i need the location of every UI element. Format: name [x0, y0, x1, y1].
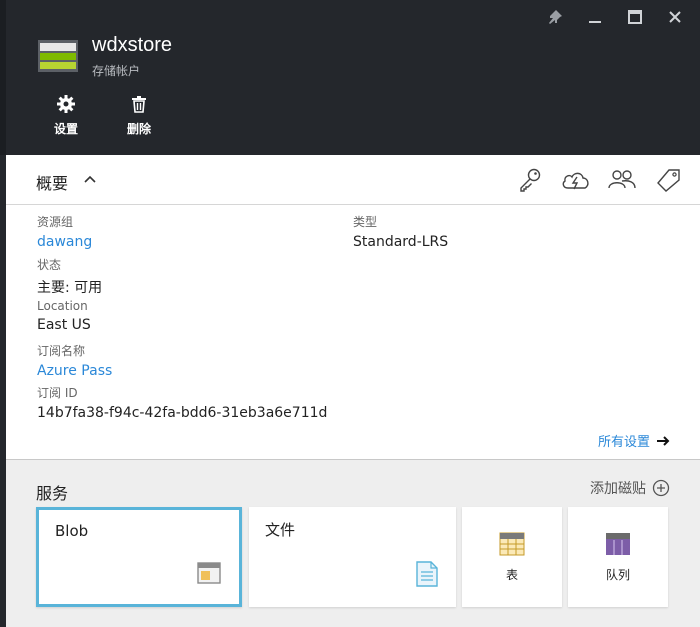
blade-title: wdxstore — [92, 34, 173, 56]
queue-tile[interactable]: 队列 — [568, 507, 668, 607]
maximize-icon[interactable] — [624, 6, 646, 28]
status-field: 状态 主要: 可用 — [37, 256, 102, 297]
blob-tile-label: Blob — [55, 522, 89, 540]
queue-tile-label: 队列 — [605, 567, 630, 582]
subscription-id-value: 14b7fa38-f94c-42fa-bdd6-31eb3a6e711d — [37, 405, 328, 421]
type-field: 类型 Standard-LRS — [353, 213, 448, 250]
resource-group-link[interactable]: dawang — [37, 234, 92, 250]
overview-title: 概要 — [36, 174, 69, 193]
tag-icon[interactable] — [652, 165, 684, 195]
cloud-lightning-icon[interactable] — [560, 165, 592, 195]
storage-account-icon — [38, 40, 78, 72]
overview-panel: 概要 资源组 dawang 状态 主要: 可用 Location East US… — [6, 155, 700, 459]
subscription-id-label: 订阅 ID — [37, 386, 78, 400]
status-value: 主要: 可用 — [37, 280, 103, 296]
gear-icon — [57, 95, 75, 113]
overview-bar: 概要 — [6, 155, 700, 205]
users-icon[interactable] — [606, 165, 638, 195]
arrow-right-icon — [657, 435, 670, 446]
location-label: Location — [37, 299, 88, 313]
add-tile-label: 添加磁贴 — [590, 481, 646, 497]
file-tile-label: 文件 — [265, 521, 296, 539]
plus-circle-icon — [652, 479, 670, 497]
resource-group-field: 资源组 dawang — [37, 213, 92, 250]
add-tile-button[interactable]: 添加磁贴 — [590, 478, 670, 498]
subscription-name-field: 订阅名称 Azure Pass — [37, 342, 112, 379]
table-tile-label: 表 — [505, 567, 518, 582]
trash-icon — [132, 96, 146, 113]
pin-icon[interactable] — [544, 6, 566, 28]
blade-subtitle: 存储帐户 — [92, 64, 141, 78]
table-icon — [499, 532, 525, 555]
resource-group-label: 资源组 — [37, 215, 74, 229]
window-controls — [544, 6, 686, 28]
location-field: Location East US — [37, 299, 91, 333]
blob-container-icon — [197, 562, 221, 588]
chevron-up-icon[interactable] — [82, 172, 98, 188]
all-settings-label: 所有设置 — [597, 435, 650, 450]
type-value: Standard-LRS — [353, 234, 449, 250]
location-value: East US — [37, 317, 91, 333]
file-icon — [416, 561, 438, 591]
file-tile[interactable]: 文件 — [249, 507, 456, 607]
subscription-id-field: 订阅 ID 14b7fa38-f94c-42fa-bdd6-31eb3a6e71… — [37, 384, 327, 421]
blade-header: wdxstore 存储帐户 设置 删除 — [0, 0, 700, 155]
key-icon[interactable] — [514, 165, 546, 195]
close-icon[interactable] — [664, 6, 686, 28]
status-label: 状态 — [37, 258, 62, 272]
minimize-icon[interactable] — [584, 6, 606, 28]
settings-button[interactable]: 设置 — [54, 94, 78, 137]
delete-button[interactable]: 删除 — [127, 94, 151, 137]
type-label: 类型 — [353, 215, 378, 229]
services-title: 服务 — [36, 484, 69, 503]
table-tile[interactable]: 表 — [462, 507, 562, 607]
queue-icon — [606, 532, 630, 555]
subscription-name-link[interactable]: Azure Pass — [37, 363, 112, 379]
blob-tile[interactable]: Blob — [36, 507, 242, 607]
subscription-name-label: 订阅名称 — [37, 344, 86, 358]
delete-button-label: 删除 — [127, 122, 152, 136]
overview-toolbar — [514, 165, 684, 195]
services-section: 服务 添加磁贴 Blob 文件 表 队列 — [6, 459, 700, 627]
settings-button-label: 设置 — [54, 122, 79, 136]
all-settings-link[interactable]: 所有设置 — [598, 431, 670, 450]
